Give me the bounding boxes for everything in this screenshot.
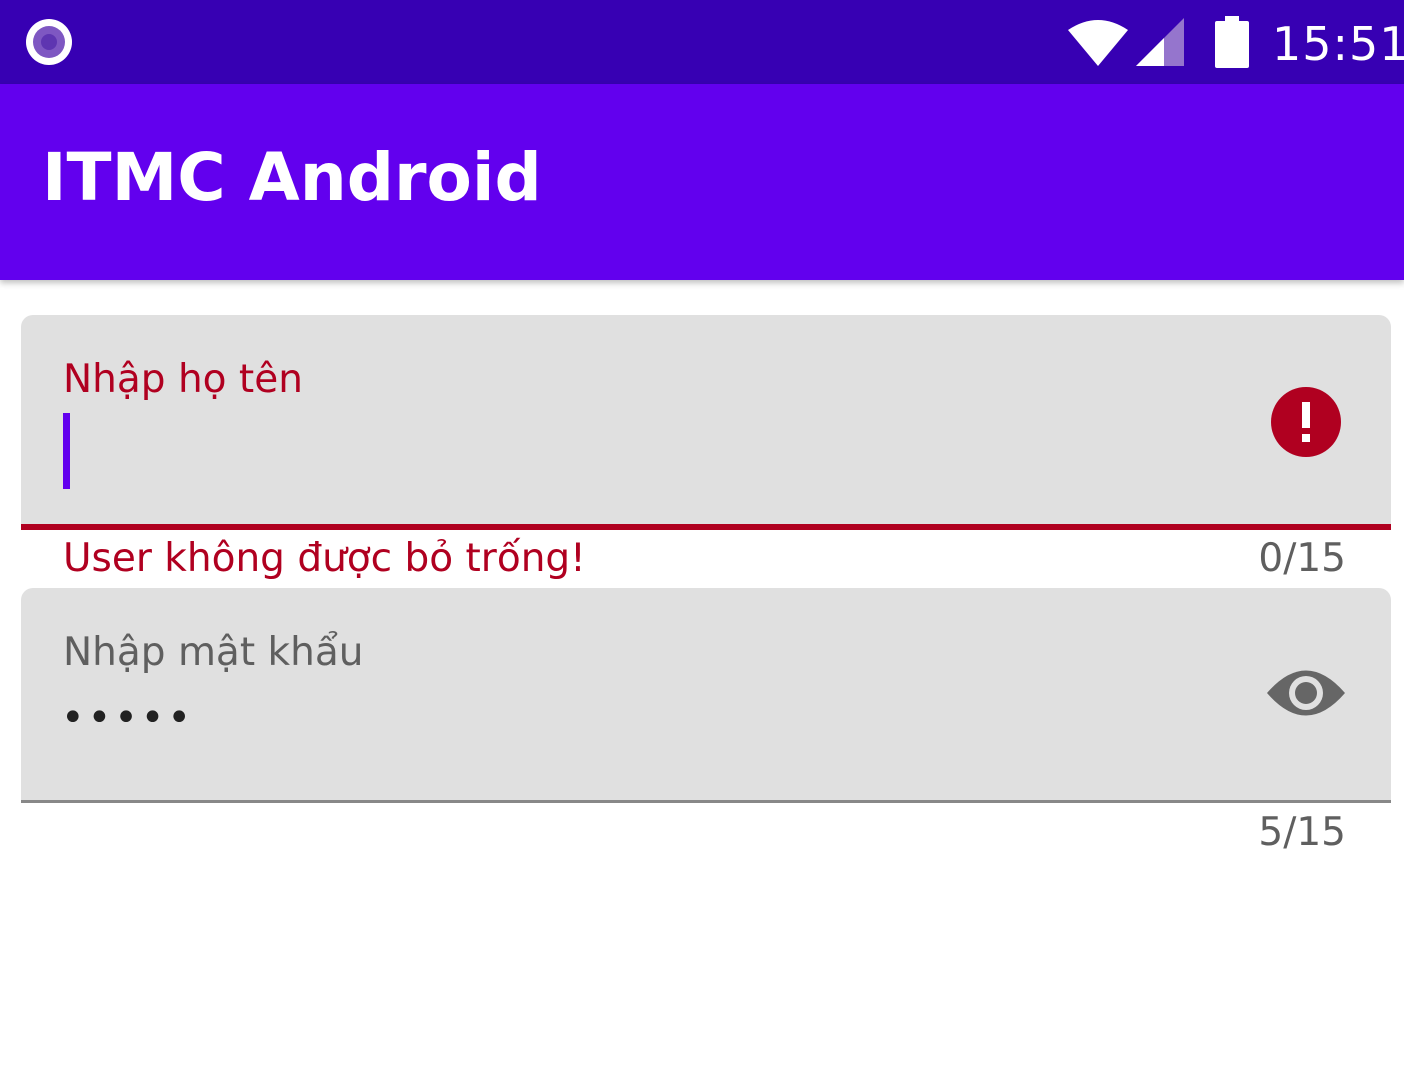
status-clock: 15:51 <box>1272 17 1404 71</box>
password-counter: 5/15 <box>1258 810 1346 855</box>
notification-dot-icon <box>26 19 72 65</box>
username-underline <box>21 524 1391 530</box>
app-bar: ITMC Android <box>0 84 1404 280</box>
eye-icon[interactable] <box>1265 658 1347 728</box>
password-field[interactable]: Nhập mật khẩu ••••• <box>21 588 1391 800</box>
username-field[interactable]: Nhập họ tên <box>21 315 1391 524</box>
app-title: ITMC Android <box>42 139 542 216</box>
wifi-icon <box>1068 20 1128 66</box>
cell-signal-icon <box>1136 18 1184 66</box>
username-label: Nhập họ tên <box>63 357 303 402</box>
status-bar: 15:51 <box>0 0 1404 84</box>
username-error-text: User không được bỏ trống! <box>63 536 586 581</box>
password-label: Nhập mật khẩu <box>63 630 364 675</box>
text-cursor <box>63 413 70 489</box>
password-underline <box>21 800 1391 803</box>
battery-icon <box>1215 16 1249 68</box>
password-value: ••••• <box>61 695 194 741</box>
error-icon <box>1271 387 1341 457</box>
username-counter: 0/15 <box>1258 536 1346 581</box>
